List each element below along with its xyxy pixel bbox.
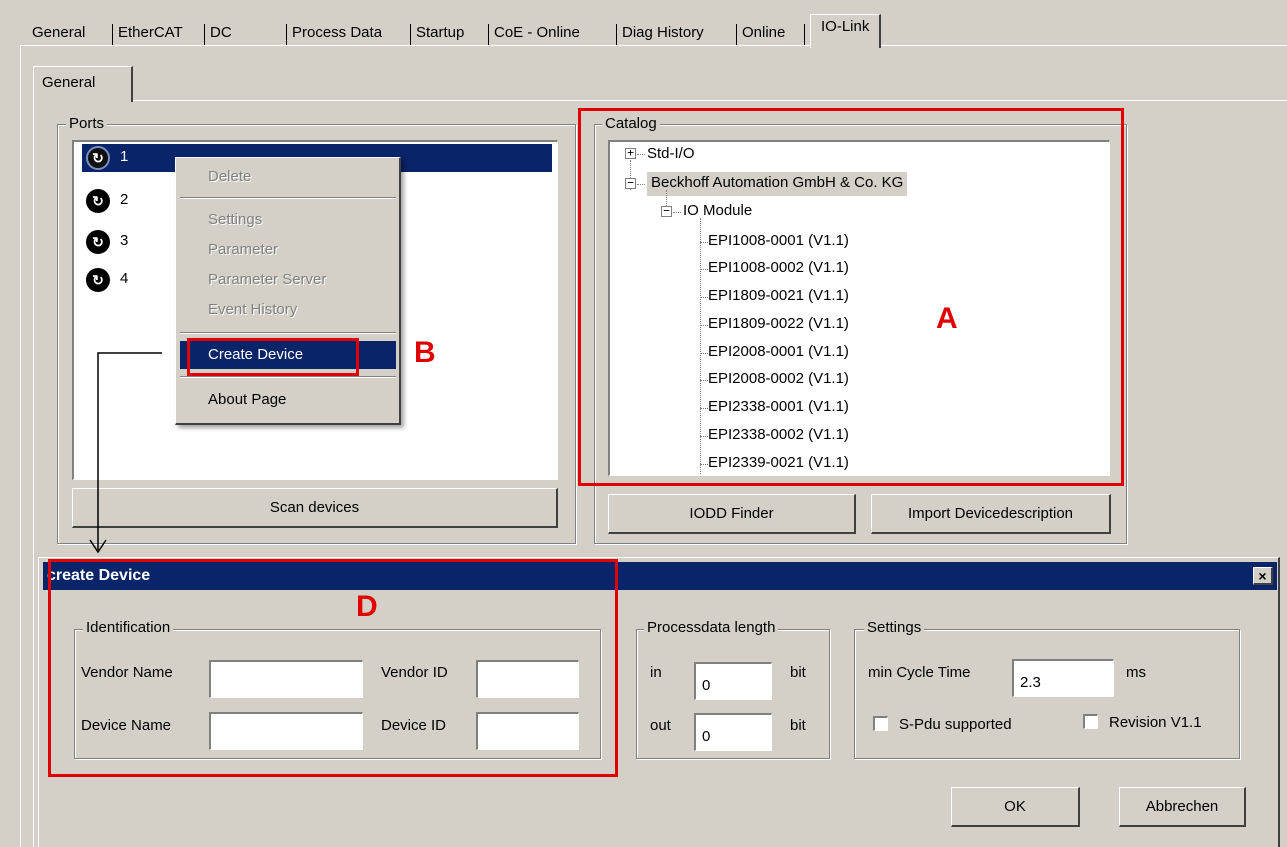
out-length-field[interactable]	[694, 713, 772, 751]
abbrechen-button[interactable]: Abbrechen	[1119, 787, 1246, 827]
connector-arrow-icon	[89, 352, 162, 554]
annotation-label-b: B	[414, 336, 436, 369]
port-label: 2	[120, 191, 129, 208]
tab-startup[interactable]: Startup	[412, 20, 468, 46]
tab-diag-history[interactable]: Diag History	[618, 20, 708, 46]
min-cycle-time-unit: ms	[1126, 664, 1146, 681]
port-label: 1	[120, 148, 129, 165]
tab-online[interactable]: Online	[738, 20, 789, 46]
menu-item-settings[interactable]: Settings	[180, 206, 396, 234]
min-cycle-time-label: min Cycle Time	[868, 664, 971, 681]
in-unit-label: bit	[790, 664, 806, 681]
import-devicedescription-button[interactable]: Import Devicedescription	[871, 494, 1111, 534]
ok-button[interactable]: OK	[951, 787, 1080, 827]
ports-label: Ports	[66, 115, 108, 133]
tab-general[interactable]: General	[28, 20, 89, 46]
io-link-port-icon: ↻	[86, 230, 110, 254]
in-length-field[interactable]	[694, 662, 772, 700]
out-label: out	[650, 717, 671, 734]
annotation-box-b	[187, 338, 359, 376]
menu-item-delete[interactable]: Delete	[180, 163, 396, 191]
annotation-label-d: D	[356, 590, 378, 623]
close-button[interactable]: ×	[1253, 567, 1273, 585]
tab-inner-general[interactable]: General	[33, 66, 133, 102]
spdu-supported-label: S-Pdu supported	[899, 716, 1012, 733]
io-link-port-icon: ↻	[86, 146, 110, 170]
tab-ethercat[interactable]: EtherCAT	[114, 20, 187, 46]
revision-v11-checkbox[interactable]	[1083, 714, 1098, 729]
io-link-port-icon: ↻	[86, 268, 110, 292]
annotation-box-d	[48, 559, 618, 777]
menu-item-event-history[interactable]: Event History	[180, 296, 396, 324]
tab-io-link[interactable]: IO-Link	[810, 14, 882, 48]
out-unit-label: bit	[790, 717, 806, 734]
port-context-menu: Delete Settings Parameter Parameter Serv…	[175, 157, 401, 425]
annotation-label-a: A	[936, 302, 958, 335]
settings-label: Settings	[864, 619, 925, 637]
menu-item-about-page[interactable]: About Page	[180, 386, 396, 414]
tab-bar: General EtherCAT DC Process Data Startup…	[20, 10, 1287, 48]
annotation-box-a	[578, 108, 1124, 486]
io-link-port-icon: ↻	[86, 189, 110, 213]
menu-item-parameter[interactable]: Parameter	[180, 236, 396, 264]
port-label: 4	[120, 270, 129, 287]
iodd-finder-button[interactable]: IODD Finder	[608, 494, 856, 534]
processdata-label: Processdata length	[644, 619, 779, 637]
spdu-supported-checkbox[interactable]	[873, 716, 888, 731]
min-cycle-time-field[interactable]	[1012, 659, 1114, 697]
tab-coe-online[interactable]: CoE - Online	[490, 20, 584, 46]
revision-v11-label: Revision V1.1	[1109, 714, 1202, 731]
tab-process-data[interactable]: Process Data	[288, 20, 386, 46]
tab-dc[interactable]: DC	[206, 20, 236, 46]
in-label: in	[650, 664, 662, 681]
port-label: 3	[120, 232, 129, 249]
menu-item-parameter-server[interactable]: Parameter Server	[180, 266, 396, 294]
